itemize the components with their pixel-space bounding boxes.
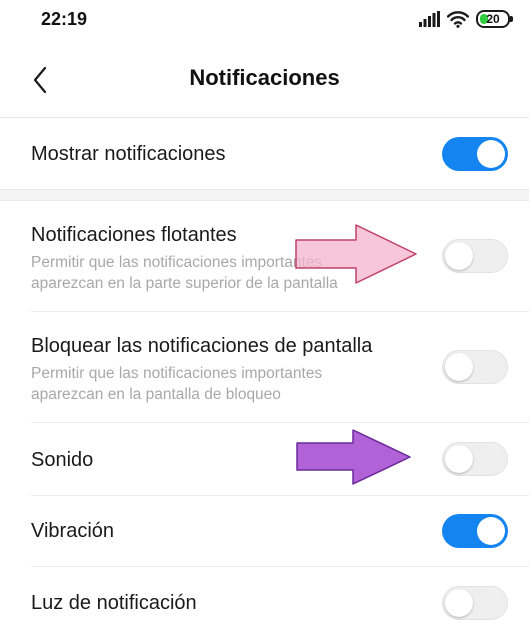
battery-tip [510,16,513,22]
toggle-vibracion[interactable] [442,514,508,548]
status-time: 22:19 [41,9,88,29]
setting-subtitle: aparezcan en la pantalla de bloqueo [31,386,281,403]
toggle-sonido[interactable] [442,442,508,476]
page-title: Notificaciones [189,65,340,90]
toggle-knob [477,517,505,545]
signal-icon [419,11,440,27]
toggle-luz-notificacion[interactable] [442,586,508,620]
header: Notificaciones [0,50,529,110]
annotation-arrow-pink [295,224,417,284]
annotation-arrow-purple [296,429,411,485]
setting-subtitle: aparezcan en la parte superior de la pan… [31,275,338,292]
battery-level: 20 [486,12,500,26]
setting-title: Luz de notificación [31,592,197,614]
chevron-left-icon [33,66,47,94]
setting-row-luz-notificacion[interactable]: Luz de notificación [0,567,529,631]
setting-subtitle: Permitir que las notificaciones importan… [31,254,323,271]
setting-row-bloquear-notificaciones[interactable]: Bloquear las notificaciones de pantalla … [0,312,529,422]
status-bar: 22:19 20 [0,0,529,40]
toggle-knob [445,589,473,617]
setting-subtitle: Permitir que las notificaciones importan… [31,365,323,382]
battery-icon: 20 [476,10,513,28]
toggle-knob [445,445,473,473]
setting-row-vibracion[interactable]: Vibración [0,496,529,566]
setting-title: Sonido [31,449,94,471]
back-button[interactable] [22,62,58,98]
setting-title: Notificaciones flotantes [31,224,237,246]
setting-row-sonido[interactable]: Sonido [0,423,529,495]
setting-row-notificaciones-flotantes[interactable]: Notificaciones flotantes Permitir que la… [0,201,529,311]
toggle-knob [445,242,473,270]
toggle-notificaciones-flotantes[interactable] [442,239,508,273]
toggle-mostrar-notificaciones[interactable] [442,137,508,171]
setting-title: Vibración [31,520,115,542]
toggle-bloquear-notificaciones[interactable] [442,350,508,384]
wifi-icon [447,10,469,28]
setting-title: Bloquear las notificaciones de pantalla [31,335,373,357]
toggle-knob [445,353,473,381]
toggle-knob [477,140,505,168]
section-divider [0,189,529,201]
setting-row-mostrar-notificaciones[interactable]: Mostrar notificaciones [0,118,529,190]
status-icons: 20 [419,9,513,29]
setting-title: Mostrar notificaciones [31,143,226,165]
